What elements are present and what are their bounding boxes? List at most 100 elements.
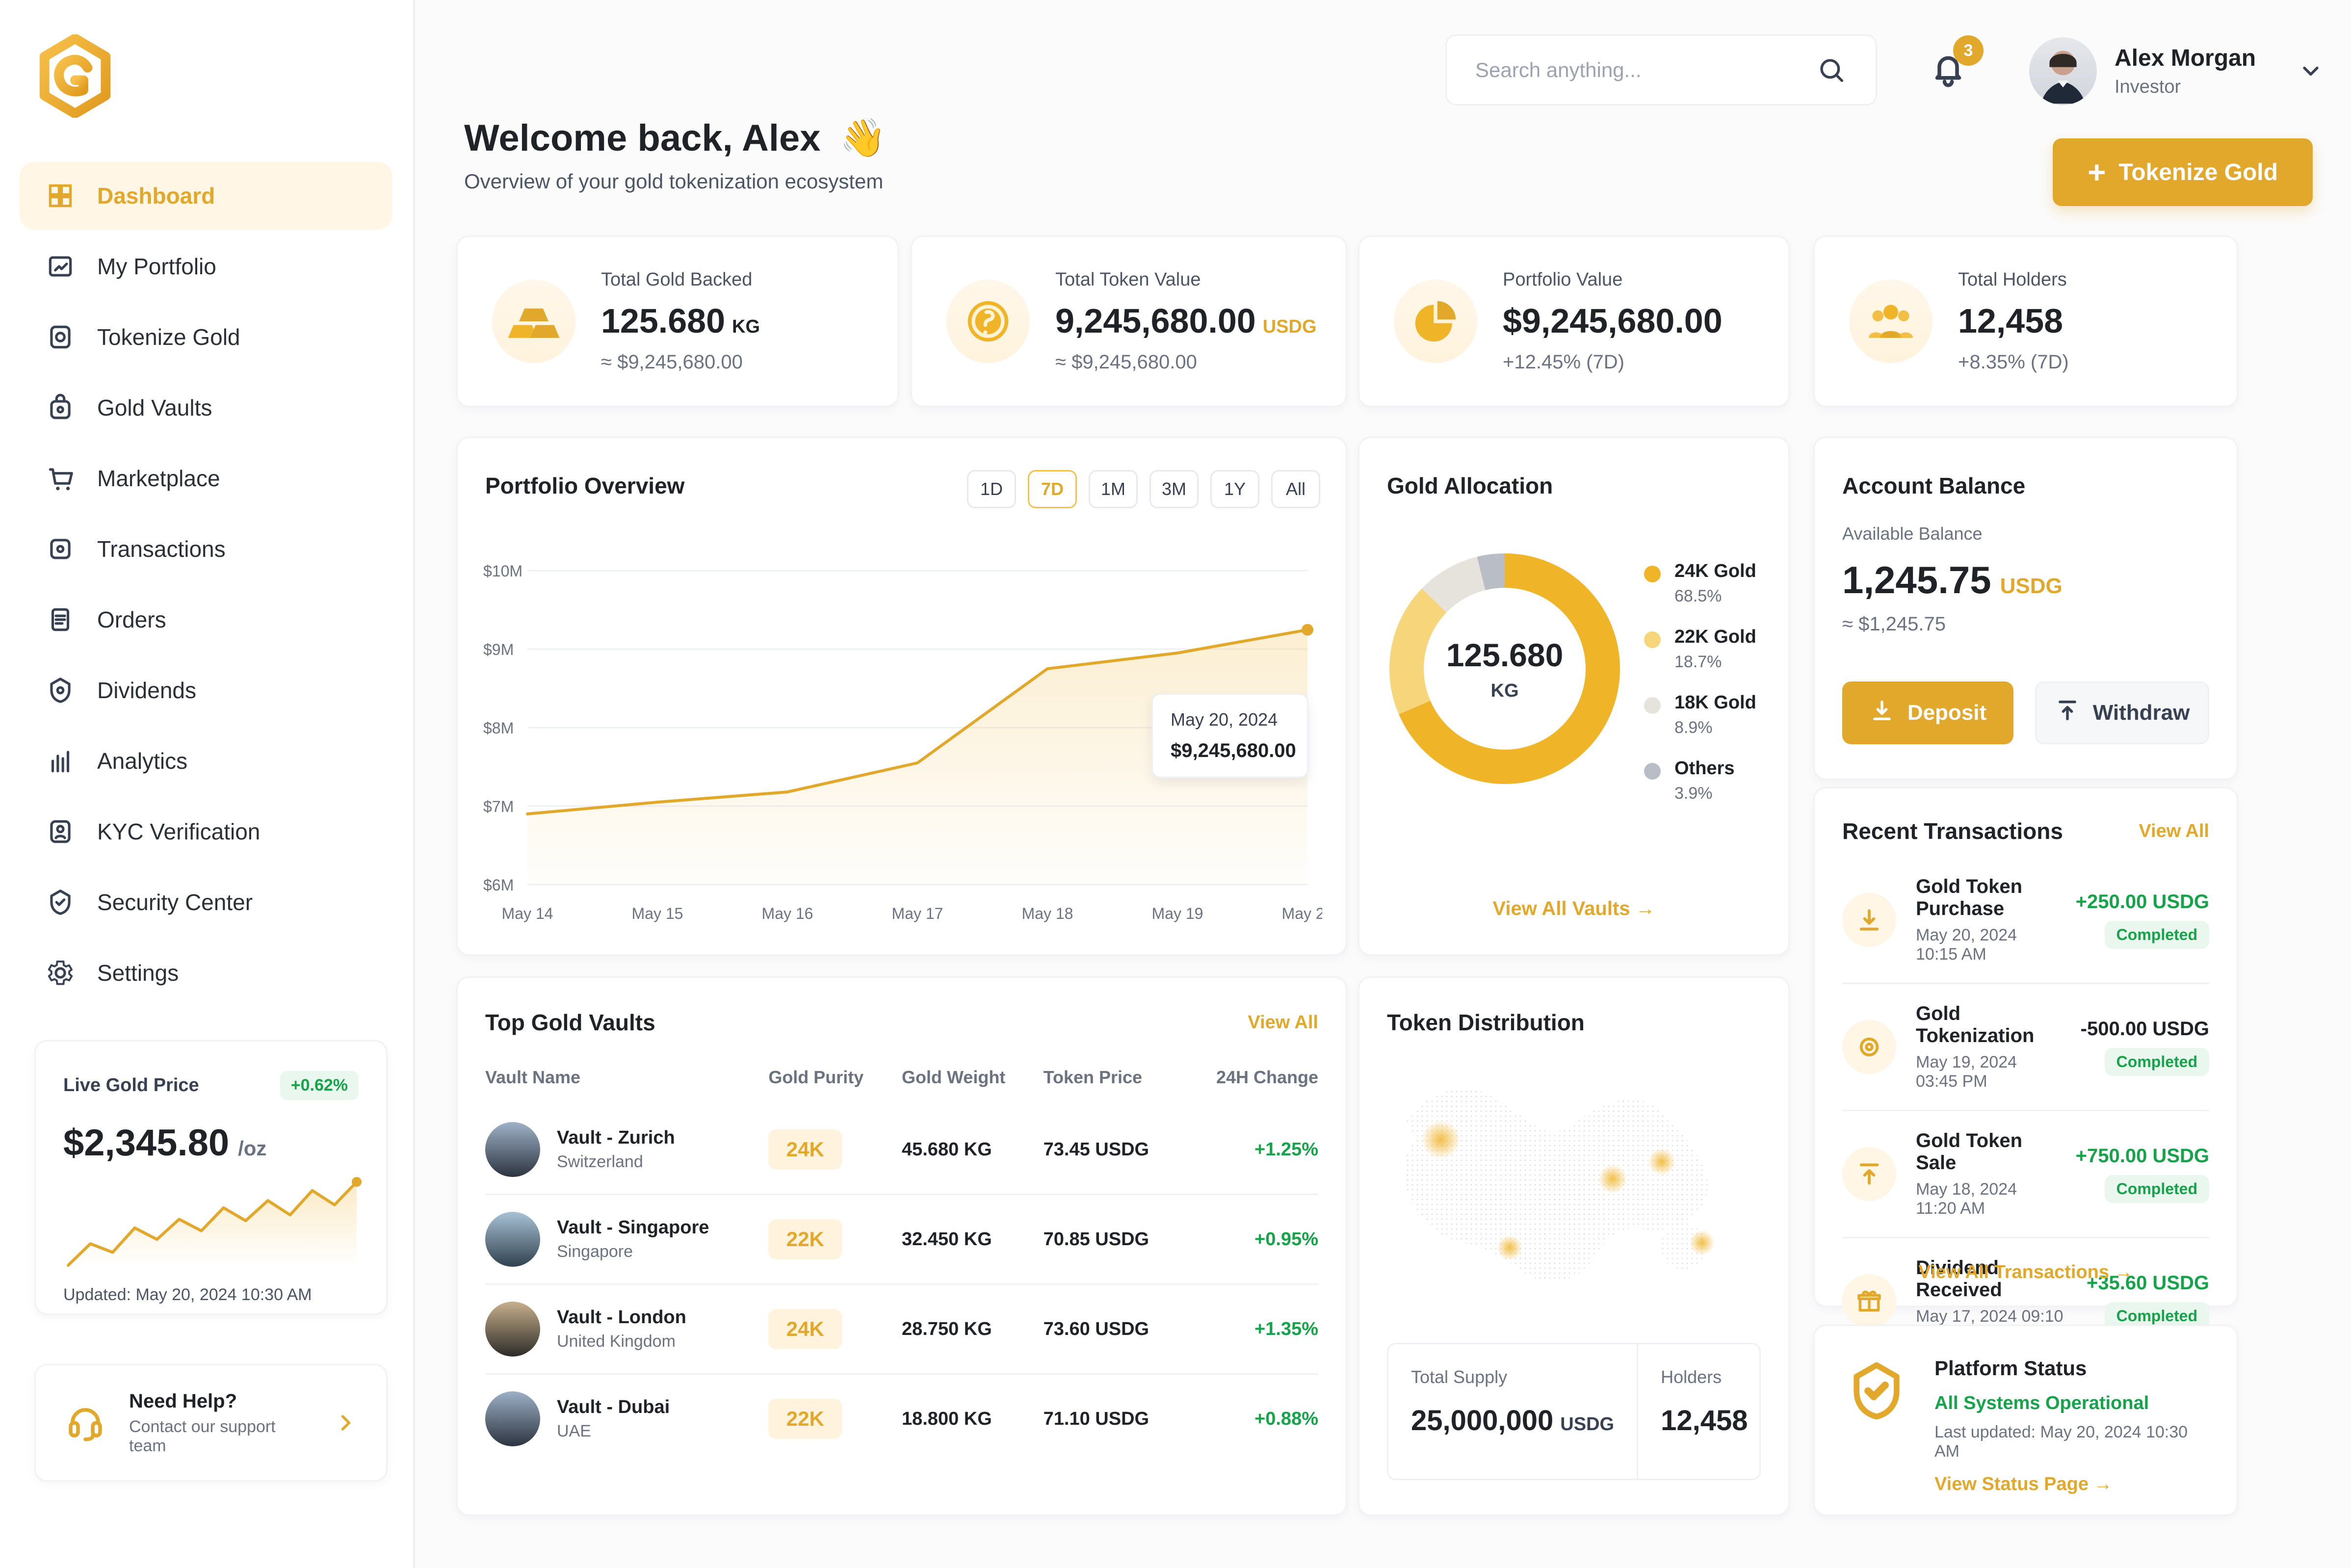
recent-transactions-view-all[interactable]: View All bbox=[2139, 821, 2209, 842]
vault-name: Vault - Dubai bbox=[557, 1397, 670, 1417]
sidebar-item-security-center[interactable]: Security Center bbox=[20, 868, 392, 936]
range-tab-3m[interactable]: 3M bbox=[1149, 470, 1199, 508]
vault-token-price: 71.10 USDG bbox=[1043, 1408, 1149, 1429]
status-badge: Completed bbox=[2104, 921, 2209, 949]
vault-purity: 22K bbox=[768, 1219, 842, 1259]
stat-value: 12,458 bbox=[1958, 302, 2064, 340]
sidebar-item-transactions[interactable]: Transactions bbox=[20, 515, 392, 583]
token-distribution-title: Token Distribution bbox=[1387, 1010, 1585, 1035]
vault-thumbnail bbox=[485, 1302, 540, 1357]
legend-item: 22K Gold 18.7% bbox=[1644, 627, 1756, 672]
sidebar-item-orders[interactable]: Orders bbox=[20, 586, 392, 653]
sidebar-item-settings[interactable]: Settings bbox=[20, 939, 392, 1007]
stat-portfolio-value: Portfolio Value $9,245,680.00 +12.45% (7… bbox=[1358, 235, 1790, 407]
main: Search anything... 3 Alex Morgan Investo… bbox=[415, 0, 2351, 1568]
sidebar-item-dividends[interactable]: Dividends bbox=[20, 656, 392, 724]
sidebar-item-marketplace[interactable]: Marketplace bbox=[20, 444, 392, 512]
vault-purity: 22K bbox=[768, 1399, 842, 1439]
deposit-label: Deposit bbox=[1907, 701, 1987, 725]
transaction-row[interactable]: Gold Token Sale May 18, 2024 11:20 AM +7… bbox=[1842, 1111, 2209, 1238]
sidebar-item-tokenize-gold[interactable]: Tokenize Gold bbox=[20, 303, 392, 371]
y-tick-label: $9M bbox=[483, 641, 514, 658]
transaction-title: Gold Token Sale bbox=[1916, 1130, 2023, 1174]
app-root: Dashboard My Portfolio Tokenize Gold Gol… bbox=[0, 0, 2351, 1568]
stat-label: Total Holders bbox=[1958, 269, 2067, 290]
view-all-transactions-link[interactable]: View All Transactions → bbox=[1815, 1262, 2237, 1283]
platform-status-card: Platform Status All Systems Operational … bbox=[1813, 1325, 2238, 1516]
vault-row[interactable]: Vault - Singapore Singapore 22K 32.450 K… bbox=[485, 1194, 1318, 1285]
user-menu[interactable]: Alex Morgan Investor bbox=[2029, 34, 2324, 108]
vault-row[interactable]: Vault - Zurich Switzerland 24K 45.680 KG… bbox=[485, 1105, 1318, 1195]
sidebar-item-gold-vaults[interactable]: Gold Vaults bbox=[20, 374, 392, 442]
tokenize-gold-button[interactable]: + Tokenize Gold bbox=[2053, 138, 2313, 206]
top-gold-vaults-view-all[interactable]: View All bbox=[1248, 1012, 1318, 1033]
vault-token-price: 70.85 USDG bbox=[1043, 1194, 1202, 1285]
transaction-amount: +750.00 USDG bbox=[2075, 1145, 2209, 1167]
vault-name: Vault - Singapore bbox=[557, 1217, 709, 1238]
vault-weight: 32.450 KG bbox=[901, 1194, 1044, 1285]
sidebar-item-analytics[interactable]: Analytics bbox=[20, 727, 392, 795]
range-tab-7d[interactable]: 7D bbox=[1028, 470, 1077, 508]
vault-token-price: 73.45 USDG bbox=[1043, 1105, 1202, 1195]
live-gold-card: Live Gold Price +0.62% $2,345.80 /oz Upd… bbox=[34, 1040, 388, 1315]
vault-location: United Kingdom bbox=[557, 1332, 676, 1351]
notification-badge: 3 bbox=[1953, 35, 1984, 66]
vault-row[interactable]: Vault - Dubai UAE 22K 18.800 KG 71.10 US… bbox=[485, 1374, 1318, 1463]
transaction-row[interactable]: Gold Tokenization May 19, 2024 03:45 PM … bbox=[1842, 984, 2209, 1111]
token-distribution-card: Token Distribution Total Supply 25,000,0… bbox=[1358, 976, 1790, 1516]
transaction-amount: -500.00 USDG bbox=[2080, 1018, 2209, 1040]
x-tick-label: May 20 bbox=[1282, 905, 1322, 922]
vault-purity: 24K bbox=[768, 1309, 842, 1349]
withdraw-button[interactable]: Withdraw bbox=[2035, 681, 2209, 744]
coin-icon bbox=[946, 280, 1030, 363]
map-hotspot bbox=[1648, 1148, 1675, 1176]
y-tick-label: $7M bbox=[483, 798, 514, 815]
vault-change: +1.35% bbox=[1202, 1284, 1318, 1375]
live-gold-price: $2,345.80 bbox=[63, 1122, 230, 1164]
dividends-icon bbox=[45, 675, 76, 706]
sidebar-item-dashboard[interactable]: Dashboard bbox=[20, 162, 392, 230]
analytics-icon bbox=[45, 746, 76, 776]
status-badge: Completed bbox=[2104, 1048, 2209, 1076]
plus-icon: + bbox=[2088, 155, 2106, 190]
vault-change: +1.25% bbox=[1202, 1105, 1318, 1195]
col-token-price: Token Price bbox=[1043, 1067, 1143, 1087]
stat-sub: ≈ $9,245,680.00 bbox=[601, 351, 743, 373]
transaction-icon bbox=[45, 534, 76, 564]
y-axis-ticks: $6M $7M $8M $9M $10M bbox=[483, 562, 522, 894]
legend-item: Others 3.9% bbox=[1644, 758, 1756, 803]
vault-token-price: 73.60 USDG bbox=[1043, 1284, 1202, 1375]
world-map bbox=[1404, 1089, 1715, 1282]
range-tab-all[interactable]: All bbox=[1271, 470, 1320, 508]
search-box[interactable]: Search anything... bbox=[1445, 34, 1877, 105]
help-card[interactable]: Need Help? Contact our support team bbox=[34, 1364, 388, 1482]
sidebar-nav: Dashboard My Portfolio Tokenize Gold Gol… bbox=[20, 162, 392, 1010]
holders-label: Holders bbox=[1661, 1367, 1722, 1387]
total-supply-value: 25,000,000 bbox=[1411, 1405, 1554, 1437]
stat-value: 125.680 KG bbox=[601, 301, 760, 340]
vault-thumbnail bbox=[485, 1212, 540, 1267]
logo-g-icon[interactable] bbox=[33, 33, 117, 119]
view-all-vaults-link[interactable]: View All Vaults → bbox=[1359, 898, 1788, 920]
portfolio-icon bbox=[45, 251, 76, 282]
col-gold-weight: Gold Weight bbox=[901, 1067, 1006, 1087]
legend-item: 24K Gold 68.5% bbox=[1644, 561, 1756, 606]
view-status-page-link[interactable]: View Status Page → bbox=[1934, 1474, 2209, 1495]
stat-sub: +12.45% (7D) bbox=[1503, 351, 1624, 373]
vault-change: +0.88% bbox=[1254, 1408, 1318, 1429]
transaction-row[interactable]: Gold Token Purchase May 20, 2024 10:15 A… bbox=[1842, 857, 2209, 984]
sidebar-item-label: Orders bbox=[97, 607, 166, 632]
deposit-button[interactable]: Deposit bbox=[1842, 681, 2013, 744]
range-tab-1d[interactable]: 1D bbox=[967, 470, 1016, 508]
vault-weight: 18.800 KG bbox=[901, 1408, 992, 1429]
range-tab-1y[interactable]: 1Y bbox=[1210, 470, 1259, 508]
stat-sub: ≈ $9,245,680.00 bbox=[1055, 351, 1197, 373]
range-tab-1m[interactable]: 1M bbox=[1089, 470, 1138, 508]
legend-dot-22k bbox=[1644, 631, 1661, 648]
vault-row[interactable]: Vault - London United Kingdom 24K 28.750… bbox=[485, 1284, 1318, 1375]
legend-pct: 8.9% bbox=[1674, 718, 1713, 737]
sidebar-item-my-portfolio[interactable]: My Portfolio bbox=[20, 233, 392, 300]
sidebar-item-label: KYC Verification bbox=[97, 819, 261, 844]
sidebar-item-kyc-verification[interactable]: KYC Verification bbox=[20, 798, 392, 865]
allocation-center-unit: KG bbox=[1490, 680, 1519, 701]
